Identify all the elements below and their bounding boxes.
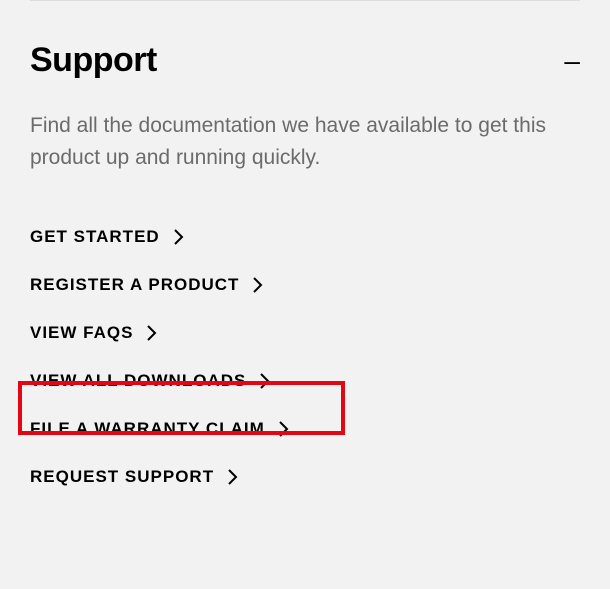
link-request-support[interactable]: REQUEST SUPPORT (30, 453, 238, 501)
link-label: REGISTER A PRODUCT (30, 275, 239, 295)
link-view-faqs[interactable]: VIEW FAQS (30, 309, 157, 357)
link-file-warranty-claim[interactable]: FILE A WARRANTY CLAIM (30, 405, 289, 453)
link-label: FILE A WARRANTY CLAIM (30, 419, 265, 439)
chevron-right-icon (174, 229, 184, 245)
link-label: REQUEST SUPPORT (30, 467, 214, 487)
link-label: VIEW FAQS (30, 323, 133, 343)
support-links-list: GET STARTED REGISTER A PRODUCT VIEW FAQS… (30, 213, 580, 501)
collapse-icon[interactable]: – (564, 47, 580, 75)
link-label: VIEW ALL DOWNLOADS (30, 371, 246, 391)
chevron-right-icon (279, 421, 289, 437)
chevron-right-icon (253, 277, 263, 293)
link-view-all-downloads[interactable]: VIEW ALL DOWNLOADS (30, 357, 270, 405)
chevron-right-icon (260, 373, 270, 389)
section-header[interactable]: Support – (30, 1, 580, 110)
section-description: Find all the documentation we have avail… (30, 110, 580, 173)
section-title: Support (30, 41, 157, 80)
link-label: GET STARTED (30, 227, 160, 247)
chevron-right-icon (228, 469, 238, 485)
chevron-right-icon (147, 325, 157, 341)
link-get-started[interactable]: GET STARTED (30, 213, 184, 261)
link-register-product[interactable]: REGISTER A PRODUCT (30, 261, 263, 309)
